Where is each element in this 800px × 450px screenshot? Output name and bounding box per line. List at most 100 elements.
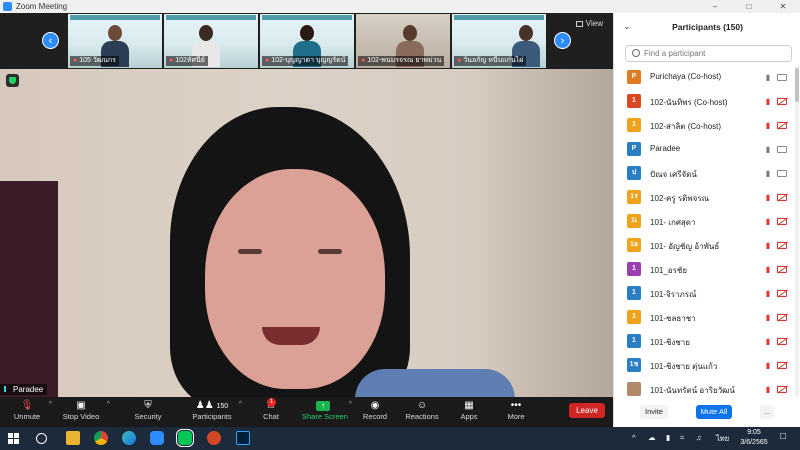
cloud-icon[interactable]: ☁: [648, 433, 656, 442]
mic-muted-icon[interactable]: ▮: [764, 121, 772, 131]
line-app-icon[interactable]: [176, 429, 194, 447]
search-icon[interactable]: [36, 433, 47, 444]
edge-icon[interactable]: [122, 431, 136, 445]
chrome-icon[interactable]: [94, 431, 108, 445]
participant-row[interactable]: 1 101-ชิงชาย ▮: [614, 330, 794, 354]
maximize-button[interactable]: □: [732, 0, 766, 13]
participant-row[interactable]: P Purichaya (Co-host) ▮: [614, 66, 794, 90]
filmstrip-prev-button[interactable]: ‹: [42, 32, 59, 49]
video-thumbnail[interactable]: ● 102-พนมรจรณ ยาพม่วน: [356, 14, 450, 68]
participant-name: Purichaya (Co-host): [650, 72, 722, 81]
participant-search[interactable]: [625, 45, 792, 62]
mic-muted-icon[interactable]: ▮: [764, 385, 772, 395]
battery-icon[interactable]: ▮: [666, 433, 670, 442]
panel-more-button[interactable]: ...: [760, 405, 774, 419]
participant-list-scrollbar[interactable]: [795, 66, 799, 397]
mic-muted-icon[interactable]: ▮: [764, 361, 772, 371]
avatar: 1: [627, 334, 641, 348]
close-button[interactable]: ✕: [766, 0, 800, 13]
leave-button[interactable]: Leave: [569, 403, 605, 418]
zoom-meeting-window: Zoom Meeting – □ ✕ ‹ ● 105 วัฒนกร ● 102ทัศ…: [0, 0, 800, 450]
share-screen-button[interactable]: ↑ Share Screen ^: [302, 399, 352, 425]
chevron-up-icon[interactable]: ^: [349, 401, 352, 408]
record-button[interactable]: ◉ Record: [362, 399, 388, 425]
mic-icon[interactable]: ▮: [764, 73, 772, 83]
mic-muted-icon[interactable]: ▮: [764, 313, 772, 323]
video-off-icon[interactable]: [777, 362, 787, 369]
chat-button[interactable]: □ 1 Chat: [260, 398, 282, 425]
mic-muted-icon[interactable]: ▮: [764, 289, 772, 299]
scrollbar-thumb[interactable]: [795, 68, 799, 102]
participant-row[interactable]: 1 101_อรชัย ▮: [614, 258, 794, 282]
filmstrip-next-button[interactable]: ›: [554, 32, 571, 49]
chevron-up-icon[interactable]: ^: [107, 401, 110, 408]
mic-icon[interactable]: ▮: [764, 145, 772, 155]
apps-button[interactable]: ▦ Apps: [458, 399, 480, 425]
file-explorer-icon[interactable]: [66, 431, 80, 445]
security-shield-icon[interactable]: [6, 74, 19, 87]
video-thumbnail[interactable]: ● 102-บุญญาดา บุญญรัตน์: [260, 14, 354, 68]
participant-row[interactable]: ป ปัณจ เศรีจัดน์ ▮: [614, 162, 794, 186]
video-off-icon[interactable]: [777, 386, 787, 393]
mic-muted-icon[interactable]: ▮: [764, 97, 772, 107]
start-button[interactable]: [8, 433, 19, 444]
participant-row[interactable]: 1เ 101- เกศสุดา ▮: [614, 210, 794, 234]
video-off-icon[interactable]: [777, 122, 787, 129]
video-thumbnail[interactable]: ● 102ทัศนีย์: [164, 14, 258, 68]
stop-video-button[interactable]: ▣ Stop Video ^: [60, 399, 110, 425]
participant-row[interactable]: 1อ 101- อัญชัญ อ้าพันธ์ ▮: [614, 234, 794, 258]
video-off-icon[interactable]: [777, 194, 787, 201]
participant-row[interactable]: 1 102-นันทิพร (Co-host) ▮: [614, 90, 794, 114]
video-icon[interactable]: [777, 74, 787, 81]
participant-row[interactable]: 1 101-ชลธาชา ▮: [614, 306, 794, 330]
video-off-icon[interactable]: [777, 290, 787, 297]
mic-muted-icon[interactable]: ▮: [764, 337, 772, 347]
mic-muted-icon[interactable]: ▮: [764, 217, 772, 227]
thumbnail-name: 102ทัศนีย์: [175, 57, 205, 64]
zoom-app-icon[interactable]: [150, 431, 164, 445]
reactions-button[interactable]: ☺ Reactions: [405, 399, 439, 425]
video-thumbnail[interactable]: ● 105 วัฒนกร: [68, 14, 162, 68]
mic-muted-icon[interactable]: ▮: [764, 265, 772, 275]
participant-row[interactable]: 1 102-สาลิต (Co-host) ▮: [614, 114, 794, 138]
video-off-icon[interactable]: [777, 266, 787, 273]
view-button[interactable]: View: [575, 19, 603, 28]
mic-icon[interactable]: ▮: [764, 169, 772, 179]
active-speaker-video[interactable]: Paradee: [0, 69, 613, 397]
powerpoint-icon[interactable]: [207, 431, 221, 445]
minimize-button[interactable]: –: [698, 0, 732, 13]
video-icon[interactable]: [777, 146, 787, 153]
mic-muted-icon[interactable]: ▮: [764, 241, 772, 251]
video-off-icon[interactable]: [777, 98, 787, 105]
search-input[interactable]: [644, 47, 784, 60]
taskbar-clock[interactable]: 9:05 3/6/2565: [734, 428, 774, 448]
video-off-icon[interactable]: [777, 314, 787, 321]
participant-row[interactable]: 1ร 102-ครู รติพจรณ ▮: [614, 186, 794, 210]
chevron-up-icon[interactable]: ^: [49, 401, 52, 408]
thumbnail-name: 102-บุญญาดา บุญญรัตน์: [271, 57, 346, 64]
chevron-up-icon[interactable]: ^: [239, 401, 242, 408]
video-thumbnail[interactable]: ● วันอกัญ หนีบแก่นไผ่: [452, 14, 546, 68]
mic-muted-icon[interactable]: ▮: [764, 193, 772, 203]
video-icon[interactable]: [777, 170, 787, 177]
input-language[interactable]: ไทย: [716, 433, 729, 445]
participant-row[interactable]: 1ช 101-ชิงชาย ตุ่นแก้ว ▮: [614, 354, 794, 378]
volume-icon[interactable]: ♫: [696, 433, 702, 442]
participants-button[interactable]: ♟♟ 150 Participants ^: [190, 399, 242, 425]
security-button[interactable]: ⛨ Security: [132, 399, 164, 425]
photoshop-icon[interactable]: [236, 431, 250, 445]
video-off-icon[interactable]: [777, 218, 787, 225]
participant-row[interactable]: 101-นันทรัตน์ อาริยวัฒน์ ▮: [614, 378, 794, 397]
windows-taskbar: ^ ☁ ▮ ≈ ♫ ไทย 9:05 3/6/2565 □: [0, 427, 800, 450]
unmute-button[interactable]: 🎙 Unmute ^: [10, 399, 52, 425]
show-hidden-icons-chevron-icon[interactable]: ^: [632, 433, 636, 442]
notifications-icon[interactable]: □: [780, 431, 786, 442]
wifi-icon[interactable]: ≈: [680, 433, 684, 442]
invite-button[interactable]: Invite: [640, 405, 668, 419]
participant-row[interactable]: P Paradee ▮: [614, 138, 794, 162]
more-button[interactable]: ••• More: [505, 399, 527, 425]
video-off-icon[interactable]: [777, 242, 787, 249]
video-off-icon[interactable]: [777, 338, 787, 345]
participant-row[interactable]: 1 101-จิราภรณ์ ▮: [614, 282, 794, 306]
mute-all-button[interactable]: Mute All: [696, 405, 732, 419]
